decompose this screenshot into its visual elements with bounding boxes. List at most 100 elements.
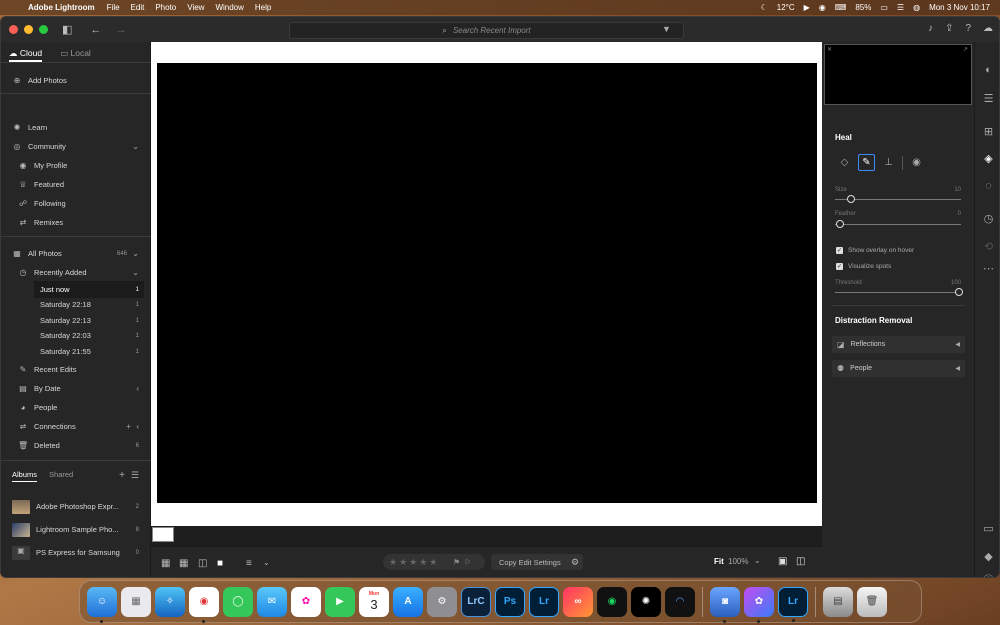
launchpad-app-icon[interactable]: ▦ [121,586,151,617]
sidebar-item-deleted[interactable]: 🗑 Deleted 6 [1,437,151,454]
add-album-icon[interactable]: + [119,470,125,481]
chevron-left-icon[interactable]: ‹ [136,384,139,393]
filmstrip-thumbnail[interactable] [152,527,174,542]
photos-app-icon[interactable]: ✿ [291,586,321,617]
add-photos-button[interactable]: ⊕ Add Photos [1,72,151,89]
system-settings-app-icon[interactable]: ⚙ [427,586,457,617]
tag-icon[interactable]: ◆ [975,550,999,563]
finder-app-icon[interactable]: ☺ [87,586,117,623]
help-icon[interactable]: ? [965,23,971,34]
heal-bandage-icon[interactable]: ✎ [858,154,875,171]
info-icon[interactable]: ⓘ [975,572,999,577]
album-item[interactable]: Lightroom Sample Pho... 8 [1,521,151,538]
close-icon[interactable]: ✕ [827,46,832,53]
safari-app-icon[interactable]: ✧ [155,586,185,617]
tab-albums[interactable]: Albums [12,470,38,482]
datetime-readout[interactable]: Mon 3 Nov 10:17 [929,3,990,12]
cloud-sync-icon[interactable]: ☁ [983,23,993,34]
tab-shared[interactable]: Shared [49,470,73,481]
chevron-left-icon[interactable]: ‹ [136,422,139,431]
sort-albums-icon[interactable]: ☰ [131,470,139,481]
chevron-down-icon[interactable]: ⌄ [754,556,761,565]
edit-sliders-icon[interactable]: ☰ [975,92,999,105]
spotify-app-icon[interactable]: ◉ [597,586,627,617]
recent-import-item[interactable]: Saturday 21:55 1 [1,343,151,360]
menu-help[interactable]: Help [255,3,271,12]
compare-view-icon[interactable]: ◫ [198,558,207,569]
tab-cloud[interactable]: ☁ Cloud [9,48,43,62]
calendar-app-icon[interactable]: Mon 3 [359,586,389,617]
play-icon[interactable]: ▶ [804,3,810,12]
photoshop-express-app-icon[interactable]: ✿ [744,586,774,623]
notifications-bell-icon[interactable]: ♪ [928,23,933,34]
size-slider-knob[interactable] [847,195,855,203]
filter-icon[interactable]: ▼ [662,24,671,34]
square-grid-view-icon[interactable]: ▦ [161,558,170,569]
creative-cloud-app-icon[interactable]: ∞ [563,586,593,617]
gear-icon[interactable]: ⚙ [567,554,583,570]
more-options-icon[interactable]: ⋯ [975,262,999,275]
menu-edit[interactable]: Edit [131,3,145,12]
record-icon[interactable]: ◉ [819,3,826,12]
mail-app-icon[interactable]: ✉ [257,586,287,617]
menu-view[interactable]: View [187,3,204,12]
menu-window[interactable]: Window [215,3,243,12]
reflections-item[interactable]: ◪ Reflections ◀ [832,336,965,353]
search-bar[interactable]: ⌕ Search Recent Import [289,22,684,39]
sidebar-item-my-profile[interactable]: ◉ My Profile [1,157,151,174]
sidebar-item-by-date[interactable]: ▤ By Date ‹ [1,380,151,397]
history-icon[interactable]: ◷ [975,212,999,225]
sort-icon[interactable]: ≡ [246,558,252,569]
masking-icon[interactable]: ◌ [975,180,999,192]
sidebar-item-learn[interactable]: ✺ Learn [1,119,151,136]
recent-import-item[interactable]: Saturday 22:03 1 [1,327,151,344]
close-window-button[interactable] [9,25,18,34]
lightroom-app-icon[interactable]: Lr [778,586,808,622]
sidebar-item-recently-added[interactable]: ◷ Recently Added ⌄ [1,264,151,281]
photoshop-app-icon[interactable]: Ps [495,586,525,617]
share-icon[interactable]: ⇪ [945,23,953,34]
visualize-spots-checkbox[interactable]: ✓ Visualize spots [836,263,891,270]
battery-percent[interactable]: 85% [855,3,871,12]
threshold-slider-knob[interactable] [955,288,963,296]
album-item[interactable]: Adobe Photoshop Expr... 2 [1,498,151,515]
show-original-icon[interactable]: ▣ [778,556,787,567]
sidebar-item-featured[interactable]: ♕ Featured [1,176,151,193]
preview-app-icon[interactable]: ◙ [710,586,740,623]
keyboard-icon[interactable]: ⌨ [835,3,847,12]
lightroom-dock-app-icon[interactable]: Lr [529,586,559,617]
album-item[interactable]: ▣ PS Express for Samsung 0 [1,544,151,561]
battery-icon[interactable]: ▭ [880,3,888,12]
before-after-icon[interactable]: ◫ [796,556,805,567]
sidebar-item-people[interactable]: ◕ People [1,399,151,416]
sidebar-item-recent-edits[interactable]: ✎ Recent Edits [1,361,151,378]
forward-arrow-icon[interactable]: → [115,24,126,36]
chevron-down-icon[interactable]: ⌄ [132,268,139,277]
chrome-app-icon[interactable]: ◉ [189,586,219,623]
comments-icon[interactable]: ▭ [975,522,999,535]
arc-browser-app-icon[interactable]: ◠ [665,586,695,617]
sidebar-item-remixes[interactable]: ⇄ Remixes [1,214,151,231]
zoom-fit-button[interactable]: Fit [714,557,724,566]
trash-icon[interactable]: 🗑 [857,586,887,617]
tab-local[interactable]: ▭ Local [60,48,91,62]
downloads-stack-icon[interactable]: ▤ [823,586,853,617]
sidebar-toggle-icon[interactable]: ◧ [62,23,72,36]
zoom-window-button[interactable] [39,25,48,34]
app-name-menu[interactable]: Adobe Lightroom [28,3,95,12]
expand-icon[interactable]: ↗ [963,46,968,53]
visualize-eye-icon[interactable]: ◉ [908,154,925,171]
control-center-icon[interactable]: ☰ [897,3,904,12]
show-overlay-checkbox[interactable]: ✓ Show overlay on hover [836,247,914,254]
heal-eraser-icon[interactable]: ◈ [975,152,999,165]
app-store-app-icon[interactable]: A [393,586,423,617]
temperature-readout[interactable]: 12°C [777,3,795,12]
main-photo[interactable] [157,63,817,503]
feather-slider[interactable] [835,224,961,225]
menu-file[interactable]: File [107,3,120,12]
sidebar-item-following[interactable]: ☍ Following [1,195,151,212]
detail-view-icon[interactable]: ■ [217,558,223,569]
menu-photo[interactable]: Photo [155,3,176,12]
sidebar-item-all-photos[interactable]: ▦ All Photos 646 ⌄ [1,245,151,262]
add-connection-icon[interactable]: + [126,422,131,431]
